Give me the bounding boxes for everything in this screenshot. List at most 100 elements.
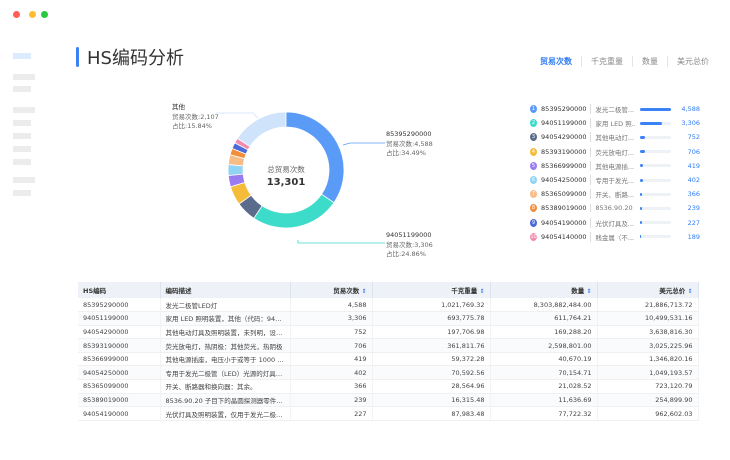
column-header-trade-count[interactable]: 贸易次数 ⇕ (290, 282, 373, 298)
cell-description: 开关、断路器和换向器：其余。 (160, 379, 291, 394)
rank-badge: 3 (530, 133, 538, 142)
annotation-count: 贸易次数:3,306 (386, 240, 433, 249)
ranking-description: 荧光放电灯... (590, 146, 635, 157)
rank-badge: 5 (530, 161, 538, 170)
ranking-bar-fill (640, 135, 645, 139)
table-row[interactable]: 94054190000 光伏灯具及照明装置，仅用于发光二极管... 227 87,98… (78, 406, 699, 421)
ranking-description: 开关、断路... (590, 189, 635, 200)
donut-slice-1[interactable] (285, 111, 345, 204)
rank-badge: 6 (530, 176, 538, 185)
cell-weight: 59,372.28 (372, 352, 491, 367)
ranking-item[interactable]: 2 94051199000 家用 LED 照... 3,306 (530, 116, 700, 130)
donut-slice-6[interactable] (227, 164, 244, 177)
cell-hs-code: 94054190000 (78, 406, 161, 421)
cell-usd-total: 254,899.90 (597, 393, 699, 408)
rank-badge: 7 (530, 190, 538, 199)
ranking-item[interactable]: 5 85366999000 其他电源插... 419 (530, 159, 700, 173)
ranking-item[interactable]: 1 85395290000 发光二极管... 4,588 (530, 102, 700, 116)
ranking-item[interactable]: 7 85365099000 开关、断路... 366 (530, 187, 700, 201)
cell-weight: 87,983.48 (372, 406, 491, 421)
cell-weight: 16,315.48 (372, 393, 491, 408)
cell-trade-count: 239 (290, 393, 373, 408)
table-row[interactable]: 94054290000 其他电动灯具及照明装置，未列明，设计... 752 197,7… (78, 325, 699, 340)
cell-quantity: 77,722.32 (490, 406, 598, 421)
cell-trade-count: 706 (290, 338, 373, 353)
sort-icon[interactable]: ⇕ (361, 288, 366, 295)
sort-icon[interactable]: ⇕ (586, 288, 591, 295)
table-row[interactable]: 85365099000 开关、断路器和换向器：其余。 366 28,564.96 21,… (78, 379, 699, 394)
annotation-count: 贸易次数:4,588 (386, 139, 433, 148)
donut-slice-11[interactable] (236, 111, 287, 148)
table-row[interactable]: 85389019000 8536.90.20 子目下的晶圆探测器零件，其... 23… (78, 393, 699, 408)
ranking-code: 94054290000 (541, 133, 587, 142)
ranking-description: 专用于发光... (590, 175, 635, 186)
ranking-bar-fill (640, 192, 643, 196)
cell-usd-total: 3,025,225.96 (597, 338, 699, 353)
cell-hs-code: 94054290000 (78, 325, 161, 340)
annotation-name: 94051199000 (386, 231, 432, 239)
cell-hs-code: 85393190000 (78, 338, 161, 353)
ranking-bar-fill (640, 206, 642, 210)
ranking-value: 419 (687, 161, 700, 170)
ranking-item[interactable]: 3 94054290000 其他电动灯... 752 (530, 130, 700, 144)
ranking-value: 189 (687, 232, 700, 241)
table-row[interactable]: 94051199000 家用 LED 照明装置，其他（代码：9405.1... 3,… (78, 311, 699, 326)
table-row[interactable]: 85366999000 其他电源插座，电压小于或等于 1000 伏：... 419 5… (78, 352, 699, 367)
cell-description: 专用于发光二极管（LED）光源的灯具及... (160, 365, 291, 381)
ranking-code: 94054250000 (541, 176, 587, 185)
table-row[interactable]: 94054250000 专用于发光二极管（LED）光源的灯具及... 402 70,5… (78, 365, 699, 381)
ranking-item[interactable]: 8 85389019000 8536.90.20 ... 239 (530, 201, 700, 215)
ranking-code: 94054140000 (541, 232, 587, 241)
sort-icon[interactable]: ⇕ (479, 288, 484, 295)
ranking-value: 3,306 (681, 119, 700, 128)
cell-quantity: 611,764.21 (490, 311, 598, 326)
ranking-description: 贱金属（不... (590, 231, 635, 242)
ranking-value: 402 (687, 176, 700, 185)
ranking-code: 85365099000 (541, 190, 587, 199)
cell-hs-code: 94051199000 (78, 311, 161, 326)
donut-slice-2[interactable] (253, 193, 335, 229)
cell-trade-count: 402 (290, 365, 373, 381)
ranking-bar-track (640, 107, 671, 111)
cell-hs-code: 94054250000 (78, 365, 161, 381)
ranking-bar-fill (640, 221, 642, 225)
ranking-bar-fill (640, 150, 645, 154)
ranking-bar-track (640, 178, 671, 182)
ranking-value: 752 (687, 133, 700, 142)
ranking-code: 94054190000 (541, 218, 587, 227)
rank-badge: 8 (530, 204, 538, 213)
rank-badge: 9 (530, 218, 538, 227)
sort-icon[interactable]: ⇕ (687, 288, 692, 295)
cell-trade-count: 419 (290, 352, 373, 367)
cell-description: 其他电源插座，电压小于或等于 1000 伏：... (160, 352, 291, 367)
column-header-usd-total[interactable]: 美元总价 ⇕ (597, 282, 699, 298)
hs-code-table: HS编码 编码描述 贸易次数 ⇕ 千克重量 ⇕ 数量 ⇕ 美元总价 ⇕ 8539… (78, 282, 699, 421)
cell-weight: 361,811.76 (372, 338, 491, 353)
cell-trade-count: 366 (290, 379, 373, 394)
ranking-bar-fill (640, 107, 671, 111)
ranking-bar-track (640, 121, 671, 125)
ranking-code: 94051199000 (541, 119, 587, 128)
column-header-quantity[interactable]: 数量 ⇕ (490, 282, 598, 298)
ranking-bar-fill (640, 164, 643, 168)
cell-usd-total: 10,499,531.16 (597, 311, 699, 326)
ranking-item[interactable]: 10 94054140000 贱金属（不... 189 (530, 230, 700, 244)
annotation-count: 贸易次数:2,107 (172, 112, 219, 121)
ranking-description: 光伏灯具及... (590, 217, 635, 228)
ranking-value: 366 (687, 190, 700, 199)
annotation-leader-2 (297, 240, 385, 244)
cell-hs-code: 85389019000 (78, 393, 161, 408)
ranking-item[interactable]: 4 85393190000 荧光放电灯... 706 (530, 145, 700, 159)
ranking-description: 发光二极管... (590, 104, 635, 115)
ranking-list: 1 85395290000 发光二极管... 4,588 2 9405119900… (530, 102, 700, 244)
column-header-hs-code: HS编码 (78, 282, 161, 298)
ranking-item[interactable]: 9 94054190000 光伏灯具及... 227 (530, 216, 700, 230)
column-header-weight[interactable]: 千克重量 ⇕ (372, 282, 491, 298)
column-header-description: 编码描述 (160, 282, 291, 298)
ranking-item[interactable]: 6 94054250000 专用于发光... 402 (530, 173, 700, 187)
ranking-code: 85395290000 (541, 105, 587, 114)
ranking-bar-fill (640, 235, 642, 239)
table-row[interactable]: 85395290000 发光二极管LED灯 4,588 1,021,769.32 8,3… (78, 298, 699, 313)
cell-quantity: 21,028.52 (490, 379, 598, 394)
table-row[interactable]: 85393190000 荧光放电灯，热阴极：其他荧光，热阴极 706 361,811.… (78, 338, 699, 353)
